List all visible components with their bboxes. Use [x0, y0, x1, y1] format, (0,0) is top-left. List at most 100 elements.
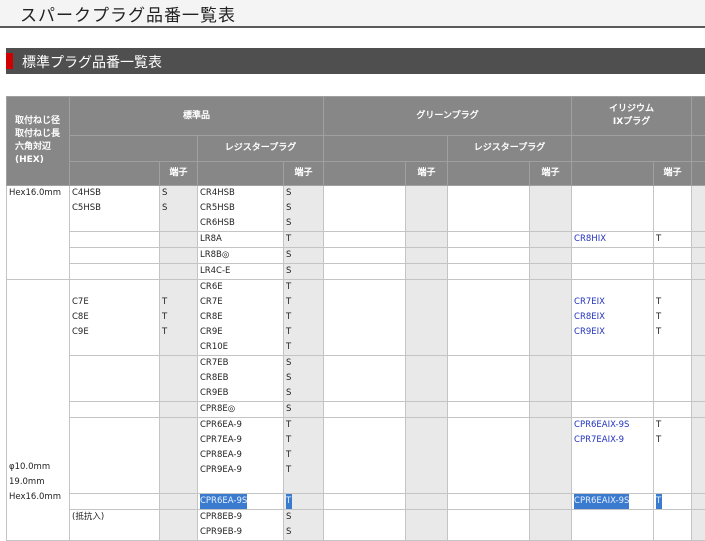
resistor-cell: CPR8EB-9CPR9EB-9	[198, 510, 284, 541]
terminal-cell: S	[284, 248, 324, 264]
green-resistor-cell	[448, 356, 530, 402]
plug-number: C9E	[72, 325, 157, 340]
overflow-cell	[692, 356, 705, 402]
plug-number: (抵抗入)	[72, 510, 157, 525]
iridium-cell	[572, 356, 654, 402]
green-cell	[324, 264, 406, 280]
plug-number: CR8EB	[200, 371, 281, 386]
page-title: スパークプラグ品番一覧表	[20, 1, 236, 26]
iridium-link[interactable]: CPR6EAIX-9S	[574, 494, 629, 509]
terminal-value: T	[286, 463, 321, 478]
standard-header: 標準品	[70, 97, 324, 136]
terminal-cell	[406, 510, 448, 541]
table-row: (抵抗入)CPR8EB-9CPR9EB-9SS	[7, 510, 705, 541]
terminal-value: T	[162, 295, 195, 310]
terminal-value: T	[286, 310, 321, 325]
table-row: LR4C-ES	[7, 264, 705, 280]
plug-number: CR9E	[200, 325, 281, 340]
terminal-cell	[160, 510, 198, 541]
terminal-cell	[406, 232, 448, 248]
iridium-link[interactable]: CR8HIX	[574, 232, 651, 247]
terminal-cell	[654, 264, 692, 280]
blank-header	[70, 162, 160, 186]
spec-line: φ10.0mm	[9, 460, 67, 475]
iridium-cell: CPR6EAIX-9S	[572, 494, 654, 510]
standard-cell	[70, 494, 160, 510]
green-cell	[324, 186, 406, 232]
terminal-cell	[530, 186, 572, 232]
iridium-cell: CR7EIXCR8EIXCR9EIX	[572, 280, 654, 356]
green-cell	[324, 248, 406, 264]
terminal-value: T	[286, 418, 321, 433]
page-title-bar: スパークプラグ品番一覧表	[0, 0, 705, 28]
resistor-cell: CPR6EA-9S	[198, 494, 284, 510]
green-cell	[324, 356, 406, 402]
terminal-value: S	[286, 216, 321, 231]
standard-cell	[70, 232, 160, 248]
terminal-cell: T	[654, 494, 692, 510]
green-cell	[324, 494, 406, 510]
iridium-link[interactable]: CPR6EAIX-9S	[574, 418, 651, 433]
terminal-cell: S	[284, 264, 324, 280]
terminal-cell: SSS	[284, 356, 324, 402]
terminal-value: S	[286, 356, 321, 371]
plug-number: C8E	[72, 310, 157, 325]
section-title: 標準プラグ品番一覧表	[22, 52, 162, 72]
terminal-cell	[406, 494, 448, 510]
terminal-header: 端子	[530, 162, 572, 186]
terminal-value: T	[286, 295, 321, 310]
blank-header	[448, 162, 530, 186]
terminal-cell: TTTT	[284, 418, 324, 494]
terminal-header: 端子	[160, 162, 198, 186]
terminal-value: T	[656, 325, 689, 340]
terminal-header: 端子	[284, 162, 324, 186]
standard-cell: C7EC8EC9E	[70, 280, 160, 356]
terminal-cell: TTT	[654, 280, 692, 356]
overflow-cell	[692, 248, 705, 264]
terminal-value: T	[656, 418, 689, 433]
resistor-cell: CR4HSBCR5HSBCR6HSB	[198, 186, 284, 232]
overflow-cell	[692, 418, 705, 494]
iridium-link[interactable]: CR9EIX	[574, 325, 651, 340]
terminal-value: T	[286, 340, 321, 355]
terminal-cell: TTTTT	[284, 280, 324, 356]
green-resistor-cell	[448, 232, 530, 248]
terminal-value: S	[286, 402, 321, 417]
green-resistor-cell	[448, 186, 530, 232]
spec-line: Hex16.0mm	[9, 490, 67, 505]
spec-header: 取付ねじ径 取付ねじ長 六角対辺 (HEX)	[7, 97, 70, 186]
resistor-header: レジスタープラグ	[198, 136, 324, 162]
iridium-header-line: イリジウム	[574, 103, 689, 116]
standard-cell: (抵抗入)	[70, 510, 160, 541]
terminal-cell: SSS	[284, 186, 324, 232]
plug-number: CR10E	[200, 340, 281, 355]
iridium-link[interactable]	[574, 280, 651, 295]
spec-cell: Hex16.0mm	[7, 186, 70, 280]
iridium-cell: CR8HIX	[572, 232, 654, 248]
iridium-link[interactable]: CR7EIX	[574, 295, 651, 310]
plug-number: CPR9EB-9	[200, 525, 281, 540]
standard-cell	[70, 356, 160, 402]
plug-number: LR8B◎	[200, 248, 281, 263]
terminal-value: S	[286, 510, 321, 525]
iridium-link[interactable]: CPR7EAIX-9	[574, 433, 651, 448]
plug-number	[72, 280, 157, 295]
overflow-cell	[692, 264, 705, 280]
terminal-cell	[654, 186, 692, 232]
terminal-cell	[530, 402, 572, 418]
terminal-cell	[406, 356, 448, 402]
table-row: CPR8E◎S	[7, 402, 705, 418]
plug-number: CPR6EA-9	[200, 418, 281, 433]
blank-header	[572, 162, 654, 186]
terminal-cell	[530, 280, 572, 356]
terminal-value: S	[286, 371, 321, 386]
iridium-link[interactable]: CR8EIX	[574, 310, 651, 325]
terminal-cell	[406, 418, 448, 494]
blank-header	[70, 136, 198, 162]
iridium-cell: CPR6EAIX-9SCPR7EAIX-9	[572, 418, 654, 494]
green-plug-header: グリーンプラグ	[324, 97, 572, 136]
iridium-header: イリジウム IXプラグ	[572, 97, 692, 136]
table-row: CPR6EA-9CPR7EA-9CPR8EA-9CPR9EA-9TTTTCPR6…	[7, 418, 705, 494]
plug-number: C4HSB	[72, 186, 157, 201]
table-row: φ10.0mm19.0mmHex16.0mmC7EC8EC9ETTTCR6ECR…	[7, 280, 705, 356]
